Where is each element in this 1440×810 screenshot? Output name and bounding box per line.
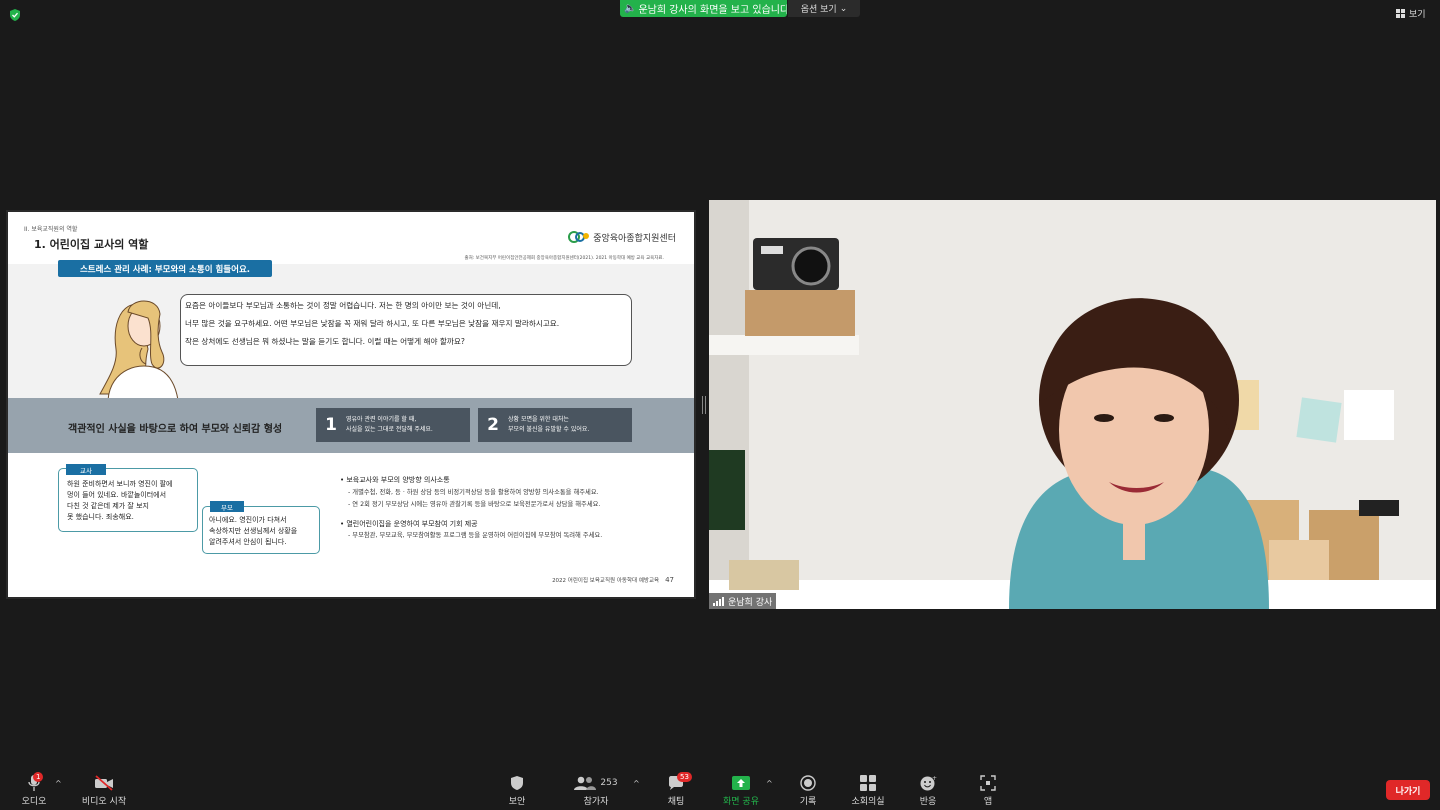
record-label: 기록 bbox=[799, 797, 817, 807]
participant-name: 운남희 강사 bbox=[728, 597, 773, 608]
chat-button[interactable]: 채팅 bbox=[646, 774, 706, 807]
dialogue-line: 다친 것 같은데 제가 잘 보지 bbox=[67, 502, 149, 510]
record-button[interactable]: 기록 bbox=[778, 774, 838, 807]
speech-line: 작은 상처에도 선생님은 뭐 하셨냐는 말을 듣기도 합니다. 이럴 때는 어떻… bbox=[185, 337, 465, 346]
apps-label: 앱 bbox=[983, 797, 993, 807]
video-off-icon bbox=[95, 775, 113, 791]
slide-section: II. 보육교직원의 역할 bbox=[24, 226, 78, 233]
apps-button[interactable]: 앱 bbox=[958, 774, 1018, 807]
dialogue-line: 못 했습니다. 죄송해요. bbox=[67, 513, 134, 521]
audio-label: 오디오 bbox=[21, 797, 47, 807]
chevron-down-icon: ⌄ bbox=[839, 3, 848, 14]
view-label: 보기 bbox=[1409, 10, 1426, 20]
speech-line: 요즘은 아이들보다 부모님과 소통하는 것이 정말 어렵습니다. 저는 한 명의… bbox=[185, 301, 501, 310]
tip-line: 상황 모면을 위한 대처는 bbox=[508, 416, 569, 423]
screen-share-banner: 🔈 운남희 강사의 화면을 보고 있습니다 bbox=[620, 0, 787, 17]
parent-dialogue-box: 아니에요. 영진이가 다쳐서 속상하지만 선생님께서 상황을 알려주셔서 안심이… bbox=[202, 506, 320, 554]
shared-screen-slide: II. 보육교직원의 역할 1. 어린이집 교사의 역할 중앙육아종합지원센터 … bbox=[6, 210, 696, 599]
speaker-icon: 🔈 bbox=[624, 3, 637, 14]
reactions-button[interactable]: + 반응 bbox=[898, 774, 958, 807]
start-video-button[interactable]: 비디오 시작 bbox=[74, 774, 134, 807]
teacher-dialogue-box: 하원 준비하면서 보니까 영진이 팔에 멍이 들어 있네요. 바깥놀이터에서 다… bbox=[58, 468, 198, 532]
dialogue-line: 알려주셔서 안심이 됩니다. bbox=[209, 538, 287, 546]
bullet-title: 열린어린이집을 운영하여 부모참여 기회 제공 bbox=[346, 519, 478, 528]
slide-logo: 중앙육아종합지원센터 bbox=[568, 230, 676, 244]
participants-count: 253 bbox=[600, 778, 618, 788]
share-screen-label: 화면 공유 bbox=[723, 797, 759, 807]
teacher-speech-bubble: 요즘은 아이들보다 부모님과 소통하는 것이 정말 어렵습니다. 저는 한 명의… bbox=[180, 294, 632, 366]
chat-label: 채팅 bbox=[667, 797, 685, 807]
view-button[interactable]: 보기 bbox=[1396, 7, 1426, 20]
view-options-label: 옵션 보기 bbox=[800, 5, 837, 15]
security-button[interactable]: 보안 bbox=[487, 774, 547, 807]
chat-unread-badge: 53 bbox=[677, 772, 692, 782]
slide-source: 출처: 보건복지부 어린이집안전공제회 중앙육아종합지원센터(2021). 20… bbox=[464, 256, 664, 261]
speaker-video-frame bbox=[709, 200, 1436, 609]
tip-line: 영유아 관련 이야기를 할 때, bbox=[346, 416, 417, 423]
dialogue-line: 멍이 들어 있네요. 바깥놀이터에서 bbox=[67, 491, 167, 499]
teacher-tag: 교사 bbox=[66, 464, 106, 475]
participants-options-caret-icon[interactable]: ^ bbox=[633, 779, 640, 788]
slide-footer: 2022 어린이집 보육교직원 아동학대 예방교육 47 bbox=[552, 576, 674, 584]
dialogue-line: 하원 준비하면서 보니까 영진이 팔에 bbox=[67, 480, 173, 488]
tip-line: 부모의 불신을 유발할 수 있어요. bbox=[508, 426, 590, 433]
page-number: 47 bbox=[665, 576, 674, 584]
share-screen-icon bbox=[732, 776, 750, 790]
view-options-button[interactable]: 옵션 보기 ⌄ bbox=[788, 0, 860, 17]
case-title-pill: 스트레스 관리 사례: 부모와의 소통이 힘들어요. bbox=[58, 260, 272, 277]
shield-icon bbox=[511, 776, 523, 790]
dialogue-line: 아니에요. 영진이가 다쳐서 bbox=[209, 516, 287, 524]
tip-box: 1 영유아 관련 이야기를 할 때, 사실을 있는 그대로 전달해 주세요. bbox=[316, 408, 470, 442]
security-shield-icon[interactable] bbox=[8, 8, 22, 22]
bullet-sub: - 연 2회 정기 부모상담 시에는 영유아 관찰기록 등을 바탕으로 보육전문… bbox=[348, 501, 601, 508]
bullet-sub: - 부모참관, 부모교육, 부모참여활동 프로그램 등을 운영하여 어린이집에 … bbox=[348, 532, 603, 539]
leave-button[interactable]: 나가기 bbox=[1386, 780, 1430, 800]
parent-tag: 부모 bbox=[210, 501, 244, 512]
tip-box: 2 상황 모면을 위한 대처는 부모의 불신을 유발할 수 있어요. bbox=[478, 408, 632, 442]
speaker-video[interactable] bbox=[709, 200, 1436, 609]
svg-text:+: + bbox=[932, 775, 937, 782]
tip-number: 1 bbox=[325, 415, 337, 435]
footer-text: 2022 어린이집 보육교직원 아동학대 예방교육 bbox=[552, 578, 660, 584]
breakout-label: 소회의실 bbox=[851, 797, 885, 807]
participants-label: 참가자 bbox=[583, 797, 609, 807]
split-view-drag-handle[interactable] bbox=[702, 396, 706, 414]
video-label: 비디오 시작 bbox=[81, 797, 127, 807]
center-logo-icon bbox=[568, 231, 590, 243]
objective-text: 객관적인 사실을 바탕으로 하여 부모와 신뢰감 형성 bbox=[68, 424, 283, 435]
breakout-rooms-button[interactable]: 소회의실 bbox=[838, 774, 898, 807]
share-banner-text: 운남희 강사의 화면을 보고 있습니다 bbox=[638, 5, 787, 16]
bullet-sub: - 개별수첩, 전화, 등 · 하원 상담 등의 비정기적상담 등을 활용하여 … bbox=[348, 488, 599, 496]
connection-bars-icon bbox=[713, 596, 724, 606]
share-options-caret-icon[interactable]: ^ bbox=[766, 779, 773, 788]
participant-name-tag: 운남희 강사 bbox=[709, 593, 777, 609]
slide-title: 1. 어린이집 교사의 역할 bbox=[34, 238, 149, 251]
tip-line: 사실을 있는 그대로 전달해 주세요. bbox=[346, 426, 433, 433]
tip-number: 2 bbox=[487, 415, 499, 435]
smiley-icon: + bbox=[920, 775, 937, 791]
participants-icon bbox=[574, 776, 597, 790]
communication-bullets: • 보육교사와 부모의 양방향 의사소통 - 개별수첩, 전화, 등 · 하원 … bbox=[340, 474, 602, 543]
record-icon bbox=[800, 775, 816, 791]
dialogue-line: 속상하지만 선생님께서 상황을 bbox=[209, 527, 298, 535]
grid-view-icon bbox=[1396, 9, 1405, 18]
breakout-rooms-icon bbox=[860, 775, 876, 791]
bullet-title: 보육교사와 부모의 양방향 의사소통 bbox=[346, 476, 450, 484]
participants-button[interactable]: 253 참가자 bbox=[566, 774, 626, 807]
audio-options-caret-icon[interactable]: ^ bbox=[55, 779, 62, 788]
speech-line: 너무 많은 것을 요구하세요. 어떤 부모님은 낮잠을 꼭 재워 달라 하시고,… bbox=[185, 319, 560, 328]
apps-icon bbox=[980, 775, 996, 791]
reactions-label: 반응 bbox=[919, 797, 937, 807]
logo-text: 중앙육아종합지원센터 bbox=[593, 233, 676, 244]
share-screen-button[interactable]: 화면 공유 bbox=[711, 774, 771, 807]
security-label: 보안 bbox=[508, 797, 526, 807]
